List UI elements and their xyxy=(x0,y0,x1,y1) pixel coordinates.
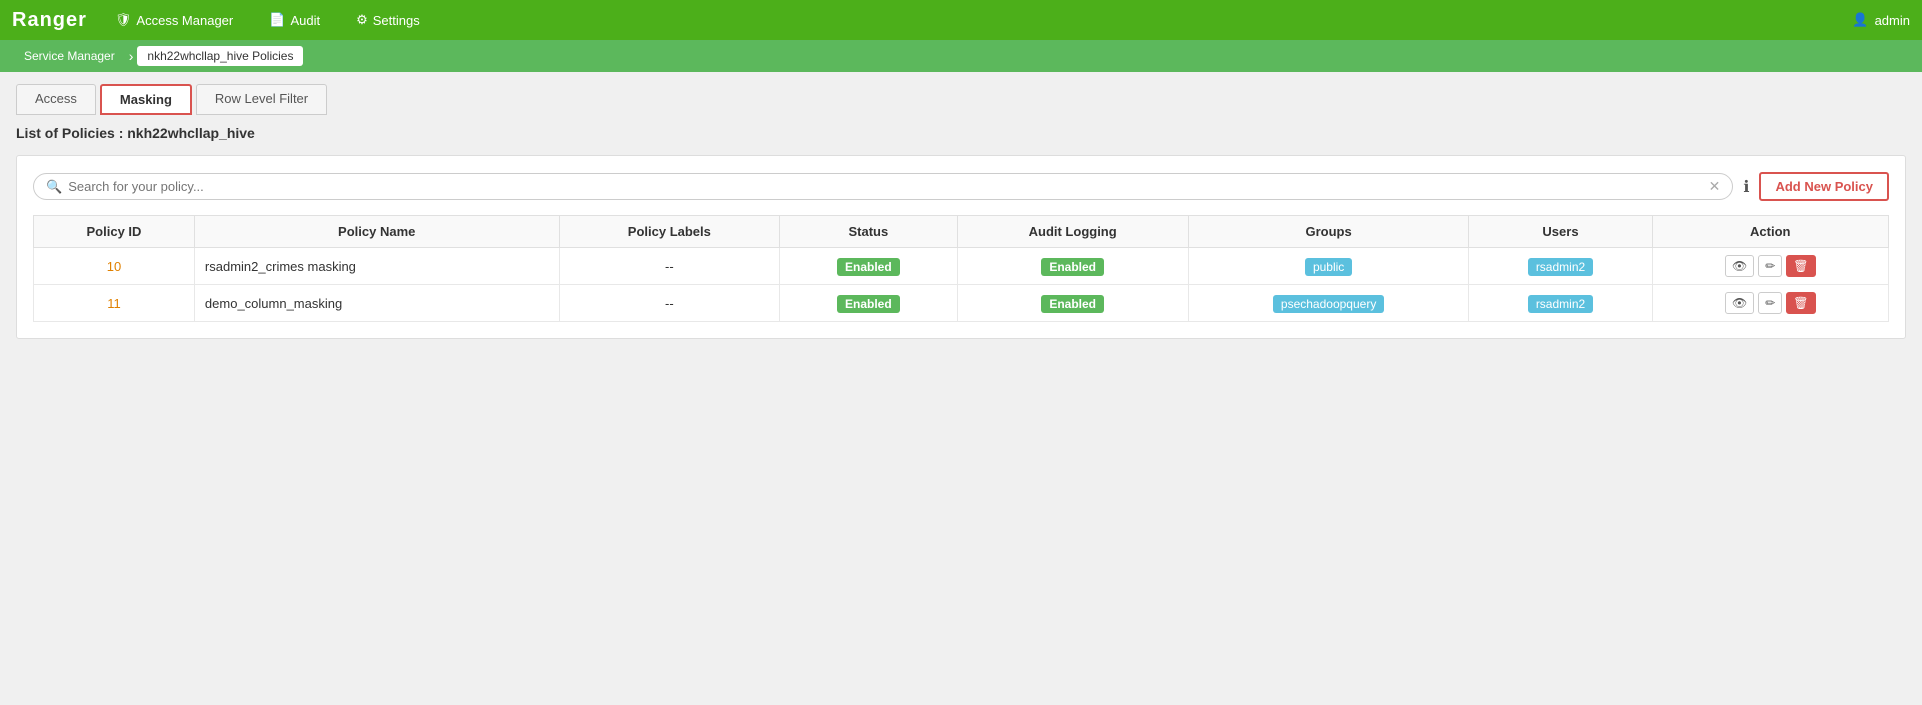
tab-row-level-filter[interactable]: Row Level Filter xyxy=(196,84,327,115)
cell-policy-labels: -- xyxy=(559,248,780,285)
status-badge: Enabled xyxy=(837,258,900,276)
cell-policy-name: rsadmin2_crimes masking xyxy=(194,248,559,285)
col-action: Action xyxy=(1652,216,1888,248)
breadcrumb-service-manager[interactable]: Service Manager xyxy=(14,46,125,66)
view-button[interactable]: 👁 xyxy=(1725,292,1754,314)
navbar: Ranger 🛡 Access Manager 📄 Audit ⚙ Settin… xyxy=(0,0,1922,40)
search-input[interactable] xyxy=(68,179,1708,194)
action-icons: 👁 ✏ 🗑 xyxy=(1663,292,1878,314)
info-icon[interactable]: ℹ xyxy=(1743,177,1749,197)
cell-policy-id: 10 xyxy=(34,248,195,285)
table-header-row: Policy ID Policy Name Policy Labels Stat… xyxy=(34,216,1889,248)
view-button[interactable]: 👁 xyxy=(1725,255,1754,277)
cell-policy-name: demo_column_masking xyxy=(194,285,559,322)
cell-action: 👁 ✏ 🗑 xyxy=(1652,248,1888,285)
cell-status: Enabled xyxy=(780,248,957,285)
page-title: List of Policies : nkh22whcllap_hive xyxy=(16,125,1906,141)
tab-access[interactable]: Access xyxy=(16,84,96,115)
tabs: Access Masking Row Level Filter xyxy=(16,84,1906,115)
delete-button[interactable]: 🗑 xyxy=(1786,292,1815,314)
breadcrumb-arrow: › xyxy=(129,48,134,64)
nav-audit-label: Audit xyxy=(290,13,320,28)
col-audit-logging: Audit Logging xyxy=(957,216,1188,248)
col-users: Users xyxy=(1469,216,1652,248)
cell-groups: psechadoopquery xyxy=(1188,285,1469,322)
search-wrapper: 🔍 ✕ xyxy=(33,173,1733,200)
nav-item-audit[interactable]: 📄 Audit xyxy=(261,8,328,32)
cell-policy-id: 11 xyxy=(34,285,195,322)
brand: Ranger xyxy=(12,9,87,32)
col-policy-id: Policy ID xyxy=(34,216,195,248)
username: admin xyxy=(1875,13,1910,28)
breadcrumb-policy[interactable]: nkh22whcllap_hive Policies xyxy=(137,46,303,66)
nav-settings-label: Settings xyxy=(373,13,420,28)
user-tag: rsadmin2 xyxy=(1528,258,1593,276)
audit-badge: Enabled xyxy=(1041,258,1104,276)
cell-audit-logging: Enabled xyxy=(957,248,1188,285)
edit-button[interactable]: ✏ xyxy=(1758,292,1782,314)
search-icon: 🔍 xyxy=(46,179,62,195)
nav-access-manager-label: Access Manager xyxy=(136,13,233,28)
table-row: 11 demo_column_masking -- Enabled Enable… xyxy=(34,285,1889,322)
cell-users: rsadmin2 xyxy=(1469,248,1652,285)
policy-id-link[interactable]: 11 xyxy=(107,296,121,311)
policy-table: Policy ID Policy Name Policy Labels Stat… xyxy=(33,215,1889,322)
search-row: 🔍 ✕ ℹ Add New Policy xyxy=(33,172,1889,201)
col-groups: Groups xyxy=(1188,216,1469,248)
status-badge: Enabled xyxy=(837,295,900,313)
file-icon: 📄 xyxy=(269,12,285,28)
action-icons: 👁 ✏ 🗑 xyxy=(1663,255,1878,277)
col-policy-labels: Policy Labels xyxy=(559,216,780,248)
user-menu[interactable]: 👤 admin xyxy=(1852,12,1910,28)
main-content: Access Masking Row Level Filter List of … xyxy=(0,72,1922,351)
user-tag: rsadmin2 xyxy=(1528,295,1593,313)
cell-audit-logging: Enabled xyxy=(957,285,1188,322)
cell-status: Enabled xyxy=(780,285,957,322)
gear-icon: ⚙ xyxy=(356,12,368,28)
shield-icon: 🛡 xyxy=(115,12,132,28)
cell-policy-labels: -- xyxy=(559,285,780,322)
cell-action: 👁 ✏ 🗑 xyxy=(1652,285,1888,322)
group-tag: public xyxy=(1305,258,1352,276)
nav-item-settings[interactable]: ⚙ Settings xyxy=(348,8,428,32)
person-icon: 👤 xyxy=(1852,12,1868,28)
table-row: 10 rsadmin2_crimes masking -- Enabled En… xyxy=(34,248,1889,285)
tab-masking[interactable]: Masking xyxy=(100,84,192,115)
edit-button[interactable]: ✏ xyxy=(1758,255,1782,277)
add-policy-button[interactable]: Add New Policy xyxy=(1759,172,1889,201)
col-policy-name: Policy Name xyxy=(194,216,559,248)
breadcrumb-bar: Service Manager › nkh22whcllap_hive Poli… xyxy=(0,40,1922,72)
audit-badge: Enabled xyxy=(1041,295,1104,313)
col-status: Status xyxy=(780,216,957,248)
table-container: 🔍 ✕ ℹ Add New Policy Policy ID Policy Na… xyxy=(16,155,1906,339)
cell-groups: public xyxy=(1188,248,1469,285)
nav-item-access-manager[interactable]: 🛡 Access Manager xyxy=(107,8,241,32)
search-clear-icon[interactable]: ✕ xyxy=(1709,178,1721,195)
group-tag: psechadoopquery xyxy=(1273,295,1384,313)
delete-button[interactable]: 🗑 xyxy=(1786,255,1815,277)
cell-users: rsadmin2 xyxy=(1469,285,1652,322)
policy-id-link[interactable]: 10 xyxy=(107,259,121,274)
